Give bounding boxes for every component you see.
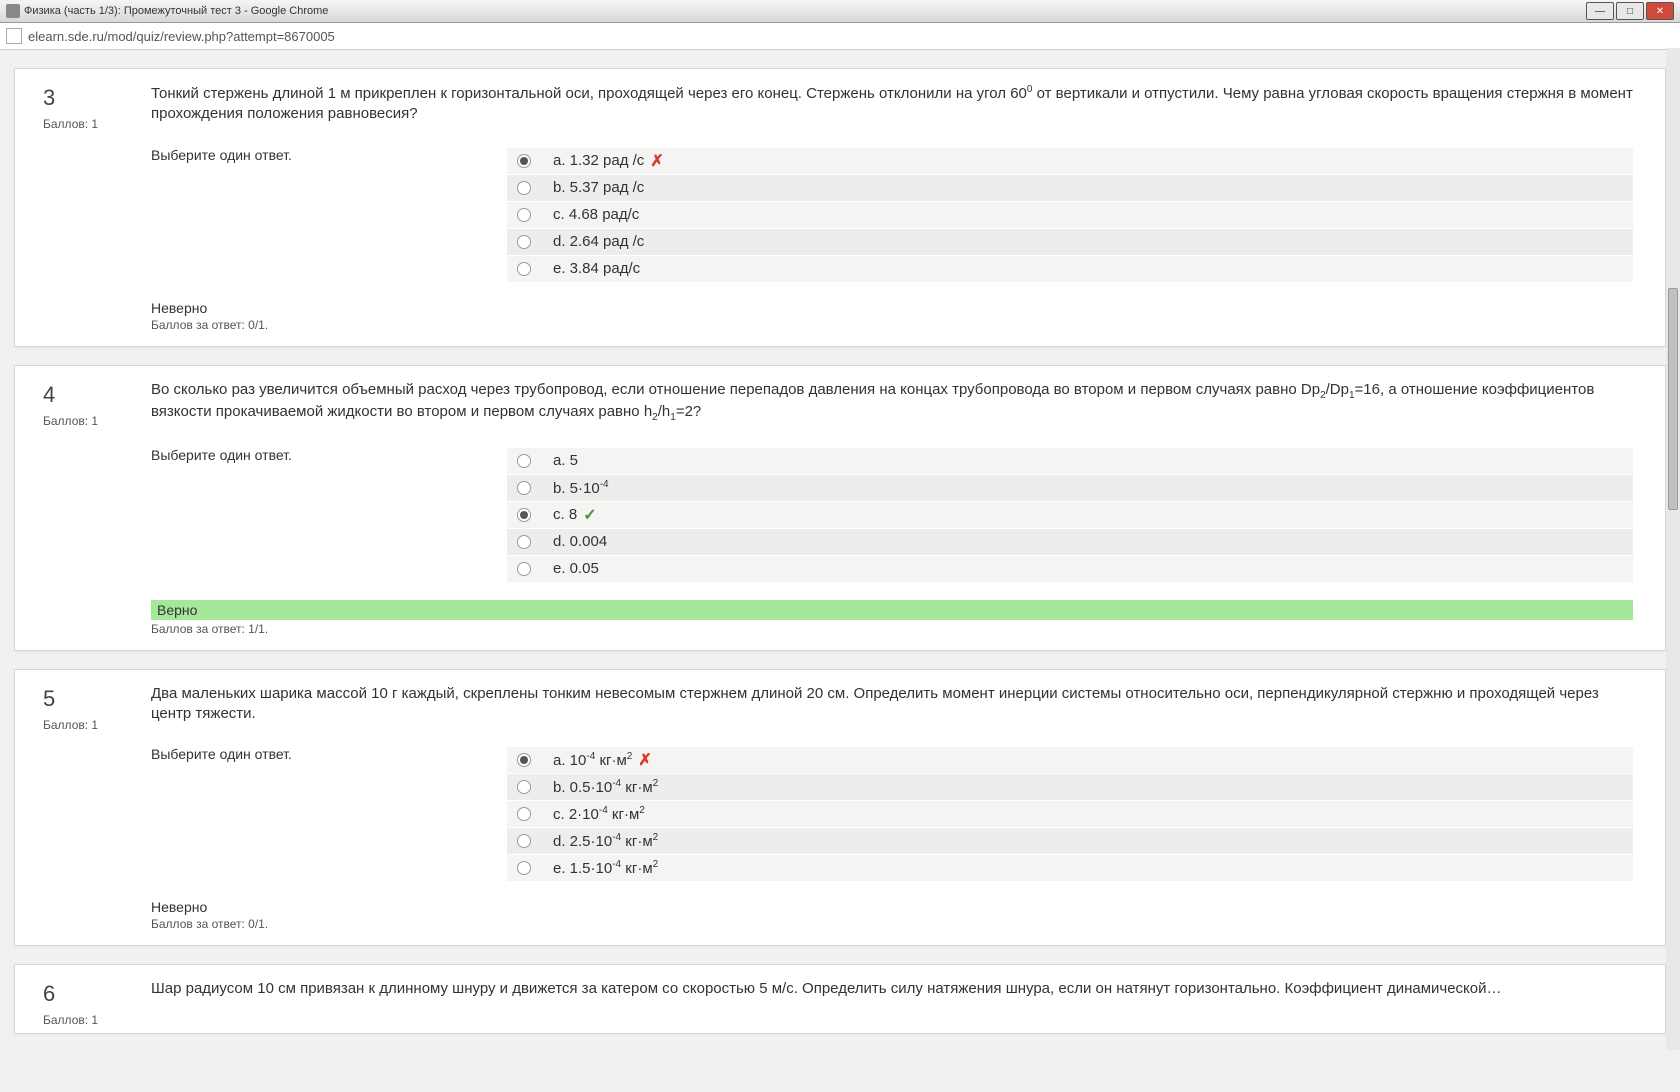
answer-option[interactable]: a. 10-4 кг·м2 ✗ [507, 746, 1633, 773]
option-text: c. 4.68 рад/с [553, 206, 639, 223]
app-icon [6, 4, 20, 18]
question-text: Два маленьких шарика массой 10 г каждый,… [151, 684, 1633, 725]
radio-button[interactable] [517, 454, 531, 468]
radio-button[interactable] [517, 235, 531, 249]
scrollbar[interactable] [1666, 48, 1680, 1050]
question-number: 6 [43, 981, 143, 1007]
choose-one-prompt: Выберите один ответ. [151, 746, 329, 762]
radio-button[interactable] [517, 154, 531, 168]
question-number: 3 [43, 85, 143, 111]
cross-icon: ✗ [650, 151, 663, 171]
feedback-text: Неверно [151, 899, 1633, 915]
check-icon: ✓ [583, 505, 596, 525]
option-text: d. 2.5·10-4 кг·м2 [553, 832, 658, 850]
question-block: 6 Баллов: 1 Шар радиусом 10 см привязан к … [14, 964, 1666, 1034]
option-text: b. 5.37 рад /с [553, 179, 644, 196]
question-block: 4 Баллов: 1 Во сколько раз увеличится объе… [14, 365, 1666, 651]
option-text: a. 10-4 кг·м2 [553, 751, 632, 769]
answer-option[interactable]: a. 1.32 рад /с ✗ [507, 147, 1633, 174]
radio-button[interactable] [517, 562, 531, 576]
answer-option[interactable]: d. 0.004 [507, 528, 1633, 555]
radio-button[interactable] [517, 535, 531, 549]
option-text: e. 3.84 рад/с [553, 260, 640, 277]
radio-button[interactable] [517, 262, 531, 276]
choose-one-prompt: Выберите один ответ. [151, 447, 329, 463]
page-icon [6, 28, 22, 44]
radio-button[interactable] [517, 481, 531, 495]
question-points: Баллов: 1 [43, 1013, 143, 1027]
option-text: b. 5·10-4 [553, 479, 609, 497]
answer-option[interactable]: b. 5.37 рад /с [507, 174, 1633, 201]
radio-button[interactable] [517, 834, 531, 848]
answer-option[interactable]: d. 2.5·10-4 кг·м2 [507, 827, 1633, 854]
option-text: c. 8 [553, 506, 577, 523]
question-points: Баллов: 1 [43, 414, 143, 428]
answer-score: Баллов за ответ: 0/1. [151, 318, 1633, 332]
option-text: e. 1.5·10-4 кг·м2 [553, 859, 658, 877]
answer-option[interactable]: b. 0.5·10-4 кг·м2 [507, 773, 1633, 800]
radio-button[interactable] [517, 861, 531, 875]
question-block: 3 Баллов: 1 Тонкий стержень длиной 1 м при… [14, 68, 1666, 347]
radio-button[interactable] [517, 508, 531, 522]
question-text: Во сколько раз увеличится объемный расхо… [151, 380, 1633, 425]
cross-icon: ✗ [638, 750, 651, 770]
radio-button[interactable] [517, 753, 531, 767]
answer-score: Баллов за ответ: 0/1. [151, 917, 1633, 931]
question-number: 5 [43, 686, 143, 712]
answer-option[interactable]: c. 4.68 рад/с [507, 201, 1633, 228]
answer-option[interactable]: a. 5 [507, 447, 1633, 474]
page-content: 3 Баллов: 1 Тонкий стержень длиной 1 м при… [0, 50, 1680, 1092]
radio-button[interactable] [517, 208, 531, 222]
answer-option[interactable]: e. 0.05 [507, 555, 1633, 582]
question-text: Тонкий стержень длиной 1 м прикреплен к … [151, 83, 1633, 125]
address-bar[interactable]: elearn.sde.ru/mod/quiz/review.php?attemp… [0, 23, 1680, 50]
option-text: c. 2·10-4 кг·м2 [553, 805, 645, 823]
answer-option[interactable]: c. 8 ✓ [507, 501, 1633, 528]
radio-button[interactable] [517, 807, 531, 821]
question-text: Шар радиусом 10 см привязан к длинному ш… [151, 979, 1633, 999]
question-number: 4 [43, 382, 143, 408]
question-points: Баллов: 1 [43, 117, 143, 131]
radio-button[interactable] [517, 780, 531, 794]
close-button[interactable]: ✕ [1646, 2, 1674, 20]
answer-option[interactable]: b. 5·10-4 [507, 474, 1633, 501]
answer-option[interactable]: d. 2.64 рад /с [507, 228, 1633, 255]
feedback-text: Неверно [151, 300, 1633, 316]
option-text: d. 2.64 рад /с [553, 233, 644, 250]
radio-button[interactable] [517, 181, 531, 195]
answer-option[interactable]: e. 1.5·10-4 кг·м2 [507, 854, 1633, 881]
choose-one-prompt: Выберите один ответ. [151, 147, 329, 163]
option-text: d. 0.004 [553, 533, 607, 550]
scrollbar-thumb[interactable] [1668, 288, 1678, 510]
question-points: Баллов: 1 [43, 718, 143, 732]
feedback-text: Верно [151, 600, 1633, 620]
option-text: e. 0.05 [553, 560, 599, 577]
option-text: a. 5 [553, 452, 578, 469]
answer-option[interactable]: e. 3.84 рад/с [507, 255, 1633, 282]
answer-option[interactable]: c. 2·10-4 кг·м2 [507, 800, 1633, 827]
question-block: 5 Баллов: 1 Два маленьких шарика массой 10… [14, 669, 1666, 947]
maximize-button[interactable]: □ [1616, 2, 1644, 20]
answer-score: Баллов за ответ: 1/1. [151, 622, 1633, 636]
option-text: b. 0.5·10-4 кг·м2 [553, 778, 658, 796]
window-title: Физика (часть 1/3): Промежуточный тест 3… [24, 5, 328, 17]
minimize-button[interactable]: — [1586, 2, 1614, 20]
window-titlebar: Физика (часть 1/3): Промежуточный тест 3… [0, 0, 1680, 23]
option-text: a. 1.32 рад /с [553, 152, 644, 169]
url-text: elearn.sde.ru/mod/quiz/review.php?attemp… [28, 29, 335, 44]
